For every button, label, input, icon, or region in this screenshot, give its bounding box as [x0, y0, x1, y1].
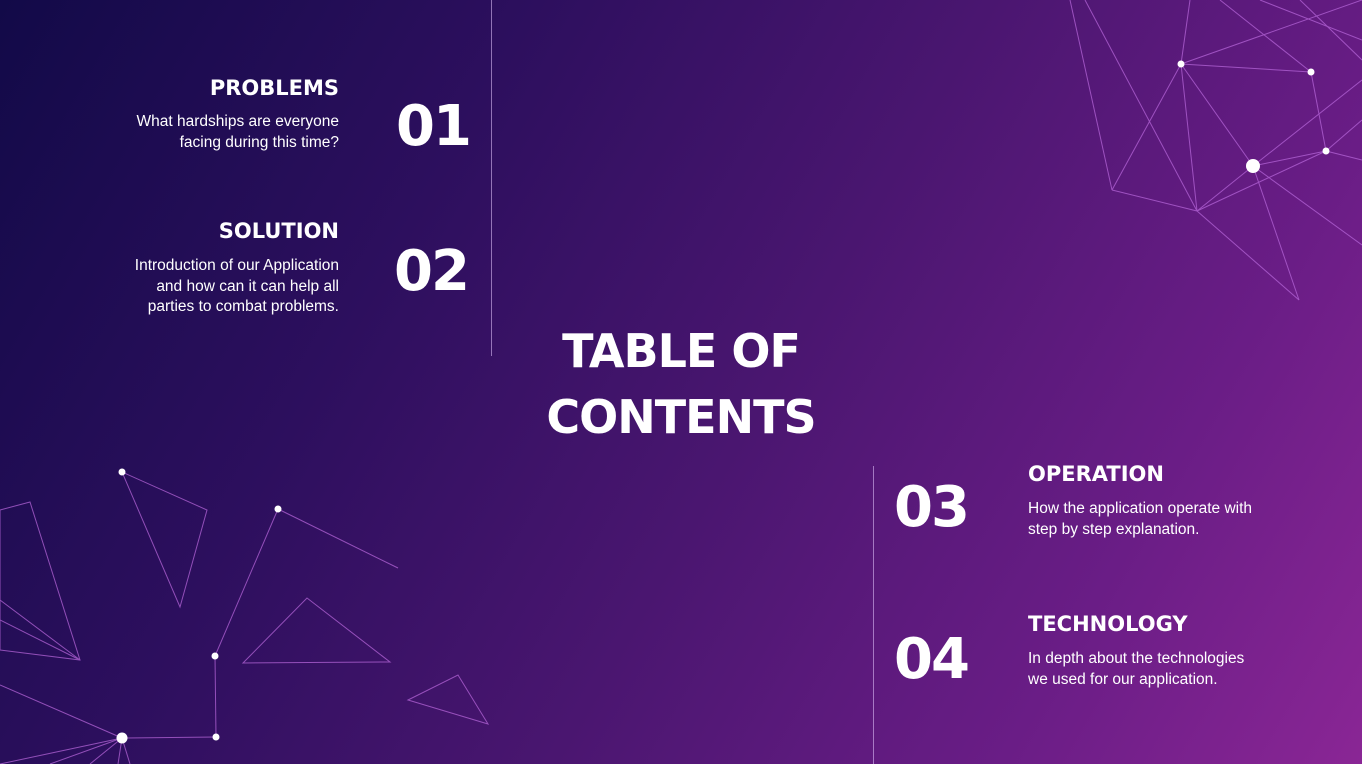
section-description-solution: Introduction of our Application and how … [134, 257, 339, 315]
title-line-2: CONTENTS [546, 390, 816, 444]
title-line-1: TABLE OF [562, 324, 801, 378]
section-description-operation: How the application operate with step by… [1028, 500, 1253, 538]
divider-line-left [491, 0, 492, 356]
section-number-03: 03 [894, 475, 970, 540]
divider-line-right [873, 466, 874, 764]
section-heading-problems: PROBLEMS [209, 76, 339, 100]
section-description-technology: In depth about the technologies we used … [1028, 650, 1245, 688]
section-number-02: 02 [394, 239, 470, 304]
section-heading-technology: TECHNOLOGY [1028, 612, 1188, 636]
section-number-04: 04 [894, 627, 970, 692]
section-number-01: 01 [396, 94, 472, 159]
section-heading-solution: SOLUTION [218, 219, 339, 243]
section-heading-operation: OPERATION [1028, 462, 1164, 486]
page-title: TABLE OF CONTENTS [481, 318, 881, 450]
section-description-problems: What hardships are everyone facing durin… [136, 113, 339, 151]
